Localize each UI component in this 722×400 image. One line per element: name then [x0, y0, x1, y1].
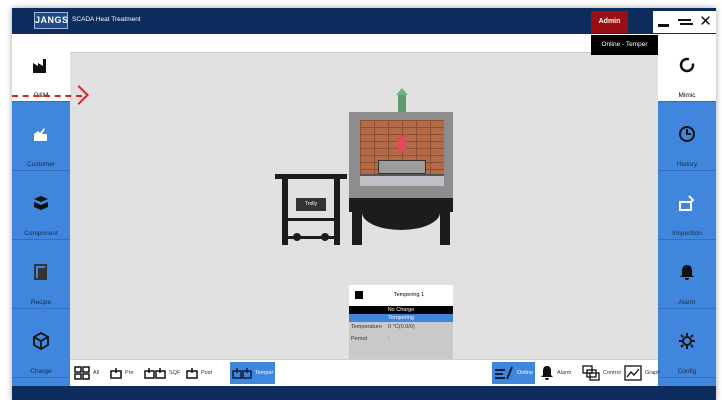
user-admin-button[interactable]: Admin — [591, 11, 628, 33]
furnace-chamber — [360, 120, 444, 186]
nav-component[interactable]: Component — [12, 172, 70, 240]
trolley-wheel — [321, 233, 329, 241]
nav-charge[interactable]: Charge — [12, 310, 70, 378]
nav-label: Config — [677, 368, 697, 375]
jangs-logo: JANGS — [34, 12, 68, 29]
tab-sqf[interactable]: SQF — [142, 362, 182, 384]
furnace-base-arch — [362, 212, 440, 230]
control-button[interactable]: Control — [580, 362, 623, 384]
furnace-status-panel: Tempering 1 No Charge Tempering Temperat… — [349, 285, 453, 359]
control-icon — [582, 365, 600, 381]
nav-label: Mimic — [678, 92, 696, 99]
minimize-icon[interactable] — [655, 13, 673, 31]
nav-mimic[interactable]: Mimic — [658, 34, 716, 102]
stop-icon[interactable] — [355, 291, 363, 299]
charge-icon — [33, 332, 49, 350]
graph-button[interactable]: Graph — [622, 362, 662, 384]
action-label: Alarm — [557, 370, 572, 376]
action-label: Graph — [645, 370, 661, 376]
period-row: Period : — [351, 336, 390, 342]
furnace-stand — [349, 198, 453, 212]
nav-om[interactable]: O&M — [12, 34, 70, 102]
nav-label: Inspection — [672, 230, 702, 237]
furnace-leg — [440, 212, 450, 245]
panel-header: Tempering 1 — [349, 285, 453, 306]
temper-furnace-icon — [232, 368, 252, 379]
tab-all[interactable]: All — [72, 362, 101, 384]
nav-label: Component — [24, 230, 58, 237]
online-icon — [495, 366, 513, 380]
bottom-toolbar: All Pre SQF Post Temper Online Alarm Con… — [70, 359, 660, 386]
refresh-icon — [679, 57, 695, 73]
bell-icon — [541, 366, 553, 380]
nav-label: Recipe — [30, 299, 52, 306]
title-bar: JANGS SCADA Heat Treatment Admin ✕ — [12, 8, 716, 34]
tab-label: Post — [201, 370, 213, 376]
nav-label: Customer — [26, 161, 56, 168]
nav-label: Charge — [30, 368, 52, 375]
furnace-leg — [352, 212, 362, 245]
nav-history[interactable]: History — [658, 103, 716, 171]
nav-label: Alarm — [678, 299, 696, 306]
tab-label: SQF — [169, 370, 181, 376]
graph-icon — [624, 365, 642, 381]
charge-tray — [378, 160, 426, 174]
pre-furnace-icon — [110, 368, 122, 379]
bell-icon — [680, 265, 694, 280]
furnace-vent — [396, 88, 408, 112]
tab-post[interactable]: Post — [184, 362, 214, 384]
scada-window: JANGS SCADA Heat Treatment Admin ✕ Onlin… — [12, 8, 716, 400]
sqf-furnace-icon — [144, 368, 166, 379]
trolley-label[interactable]: Trolly — [296, 198, 326, 211]
factory-icon — [33, 59, 46, 73]
grid-icon — [74, 366, 90, 380]
period-value: : — [388, 336, 390, 342]
post-furnace-icon — [186, 368, 198, 379]
recipe-icon — [34, 264, 47, 280]
trolley-rail — [288, 218, 334, 221]
heater-element — [398, 136, 406, 152]
close-icon[interactable]: ✕ — [697, 13, 715, 31]
panel-title: Tempering 1 — [393, 292, 425, 298]
gear-icon — [679, 333, 695, 349]
inspection-icon — [679, 195, 695, 211]
right-sidebar: Mimic History Inspection Alarm Config — [658, 34, 716, 386]
furnace-hearth — [360, 174, 444, 186]
nav-inspection[interactable]: Inspection — [658, 172, 716, 240]
tab-label: Pre — [125, 370, 134, 376]
footer-bar — [12, 386, 716, 400]
temperature-label: Temperature — [351, 324, 382, 330]
period-label: Period — [351, 336, 367, 342]
nav-recipe[interactable]: Recipe — [12, 241, 70, 309]
tab-pre[interactable]: Pre — [108, 362, 136, 384]
online-button[interactable]: Online — [492, 362, 535, 384]
nav-alarm[interactable]: Alarm — [658, 241, 716, 309]
alarm-button[interactable]: Alarm — [538, 362, 573, 384]
window-controls: ✕ — [653, 11, 716, 33]
nav-label: History — [676, 161, 698, 168]
temperature-value: 0 °C(0.0/0) — [388, 324, 415, 330]
action-label: Control — [603, 370, 621, 376]
clock-icon — [679, 126, 695, 142]
app-title: SCADA Heat Treatment — [72, 16, 141, 23]
nav-config[interactable]: Config — [658, 310, 716, 378]
nav-customer[interactable]: Customer — [12, 103, 70, 171]
temperature-row: Temperature 0 °C(0.0/0) — [351, 324, 415, 330]
charge-state: No Charge — [349, 306, 453, 314]
tab-temper[interactable]: Temper — [230, 362, 276, 384]
status-strip — [70, 34, 657, 53]
tab-label: All — [93, 370, 100, 376]
left-sidebar: O&M Customer Component Recipe Charge — [12, 34, 70, 386]
trolley-leg — [334, 179, 340, 245]
customer-icon — [34, 128, 47, 141]
process-stage: Tempering — [349, 314, 453, 322]
action-label: Online — [517, 370, 533, 376]
trolley-wheel — [293, 233, 301, 241]
component-icon — [34, 196, 48, 210]
tab-label: Temper — [255, 370, 274, 376]
mode-label: Online - Temper — [591, 35, 658, 55]
annotation-arrow-head — [69, 85, 89, 105]
restore-icon[interactable] — [676, 13, 694, 31]
